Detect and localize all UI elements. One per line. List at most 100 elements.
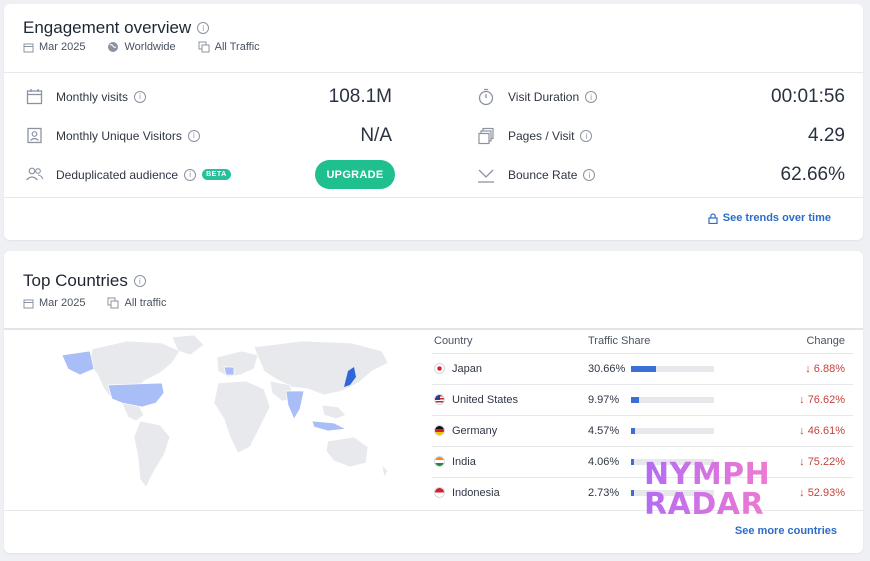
change-value: ↓ 75.22% (799, 456, 845, 468)
metric-label: Monthly Unique Visitors (56, 128, 182, 143)
table-row[interactable]: Germany 4.57% ↓ 46.61% (432, 415, 853, 446)
traffic-share-bar (631, 428, 714, 434)
map-region-indonesia (311, 420, 348, 432)
united-states-flag-icon (434, 394, 445, 405)
map-region-alaska (61, 350, 95, 376)
traffic-share-bar (631, 366, 714, 372)
column-header-change[interactable]: Change (806, 335, 845, 347)
engagement-title-text: Engagement overview (23, 18, 192, 37)
top-countries-title-text: Top Countries (23, 271, 128, 290)
info-icon[interactable]: i (580, 130, 593, 142)
lock-icon (708, 212, 718, 224)
change-percent: 6.88% (813, 363, 845, 375)
indonesia-flag-icon (434, 487, 445, 498)
column-header-traffic-share[interactable]: Traffic Share (588, 335, 650, 347)
metric-label: Bounce Rate (508, 168, 578, 182)
change-value: ↓ 46.61% (799, 425, 845, 437)
metric-deduplicated-audience: Deduplicated audience i BETA (24, 166, 231, 183)
traffic-share-bar (631, 397, 714, 403)
traffic-filter[interactable]: All traffic (124, 297, 166, 309)
info-icon[interactable]: i (197, 22, 210, 34)
metric-label: Deduplicated audience (56, 167, 179, 182)
india-flag-icon (434, 456, 445, 467)
metric-bounce-rate: Bounce Rate i (476, 166, 596, 184)
pages-icon (478, 127, 494, 145)
traffic-filter[interactable]: All Traffic (215, 41, 260, 53)
germany-flag-icon (434, 425, 445, 436)
top-countries-title: Top Countries i (23, 271, 146, 291)
change-percent: 46.61% (807, 425, 845, 437)
engagement-title: Engagement overview i (23, 18, 210, 38)
country-name[interactable]: United States (452, 394, 518, 406)
stopwatch-icon (478, 88, 494, 106)
traffic-icon (107, 297, 119, 309)
change-percent: 75.22% (807, 456, 845, 468)
table-row[interactable]: India 4.06% ↓ 75.22% (432, 446, 853, 477)
world-map[interactable] (32, 329, 402, 499)
traffic-icon (198, 41, 210, 53)
metric-monthly-visits: Monthly visits i (24, 88, 147, 105)
globe-icon (108, 42, 119, 52)
traffic-share-value: 4.57% (588, 425, 620, 437)
beta-badge: BETA (202, 169, 231, 180)
info-icon[interactable]: i (133, 275, 146, 287)
metric-label: Monthly visits (56, 89, 129, 104)
metric-pages-per-visit: Pages / Visit i (476, 127, 593, 145)
map-region-united-states (107, 382, 165, 408)
countries-filters: Mar 2025 All traffic (23, 297, 166, 309)
see-trends-link[interactable]: See trends over time (708, 212, 831, 224)
traffic-share-value: 4.06% (588, 456, 620, 468)
id-card-icon (26, 127, 42, 144)
upgrade-button[interactable]: UPGRADE (315, 160, 395, 189)
info-icon[interactable]: i (583, 169, 596, 181)
table-row[interactable]: Indonesia 2.73% ↓ 52.93% (432, 477, 853, 508)
metric-monthly-unique-visitors: Monthly Unique Visitors i (24, 127, 200, 144)
country-name[interactable]: Indonesia (452, 487, 500, 499)
change-value: ↓ 6.88% (805, 363, 845, 375)
watermark-logo: NYMPH RADAR (644, 460, 770, 520)
country-name[interactable]: Japan (452, 363, 482, 375)
calendar-icon (23, 43, 34, 52)
traffic-share-value: 9.97% (588, 394, 620, 406)
watermark-line-1: NYMPH (644, 457, 771, 492)
map-region-india (285, 390, 305, 420)
monthly-visits-value: 108.1M (328, 86, 392, 107)
change-value: ↓ 52.93% (799, 487, 845, 499)
engagement-overview-card: Engagement overview i Mar 2025 Worldwide… (4, 4, 863, 240)
calendar-icon (26, 89, 42, 105)
divider (4, 197, 863, 198)
divider (4, 72, 863, 73)
unique-visitors-value: N/A (360, 125, 392, 146)
watermark-line-2: RADAR (644, 490, 770, 520)
pages-visit-value: 4.29 (808, 125, 845, 146)
engagement-filters: Mar 2025 Worldwide All Traffic (23, 41, 260, 53)
info-icon[interactable]: i (187, 129, 200, 142)
calendar-icon (23, 299, 34, 308)
bounce-rate-value: 62.66% (780, 164, 845, 185)
traffic-share-value: 30.66% (588, 363, 626, 375)
visit-duration-value: 00:01:56 (771, 86, 845, 107)
date-filter[interactable]: Mar 2025 (39, 297, 85, 309)
region-filter[interactable]: Worldwide (124, 41, 175, 53)
info-icon[interactable]: i (585, 91, 598, 103)
traffic-share-value: 2.73% (588, 487, 620, 499)
table-row[interactable]: Japan 30.66% ↓ 6.88% (432, 353, 853, 384)
japan-flag-icon (434, 363, 445, 374)
info-icon[interactable]: i (134, 90, 147, 103)
see-trends-text[interactable]: See trends over time (723, 212, 831, 224)
table-row[interactable]: United States 9.97% ↓ 76.62% (432, 384, 853, 415)
date-filter[interactable]: Mar 2025 (39, 41, 85, 53)
country-name[interactable]: India (452, 456, 476, 468)
trend-icon (478, 169, 494, 183)
metric-label: Visit Duration (508, 90, 580, 104)
metric-visit-duration: Visit Duration i (476, 88, 598, 106)
country-name[interactable]: Germany (452, 425, 497, 437)
people-icon (25, 167, 44, 181)
change-value: ↓ 76.62% (799, 394, 845, 406)
change-percent: 76.62% (807, 394, 845, 406)
info-icon[interactable]: i (184, 168, 197, 181)
see-more-countries-link[interactable]: See more countries (735, 525, 837, 537)
column-header-country[interactable]: Country (434, 335, 473, 347)
change-percent: 52.93% (807, 487, 845, 499)
metric-label: Pages / Visit (508, 129, 575, 143)
